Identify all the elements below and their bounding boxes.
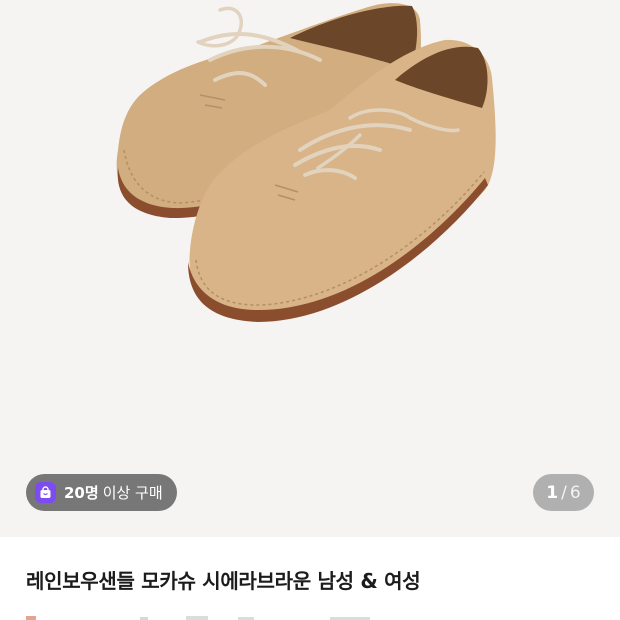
shopping-bag-icon — [35, 482, 56, 503]
image-counter-current: 1 — [546, 482, 559, 503]
group-buy-badge: 20명 이상 구매 — [26, 474, 177, 511]
image-counter-total: 6 — [569, 482, 581, 503]
image-counter: 1 / 6 — [533, 474, 594, 511]
image-counter-separator: / — [561, 482, 567, 503]
product-title: 레인보우샌들 모카슈 시에라브라운 남성 & 여성 — [26, 569, 421, 593]
cut-off-info-row — [26, 616, 370, 620]
product-image-carousel[interactable]: 20명 이상 구매 1 / 6 — [0, 0, 620, 537]
group-buy-count: 20명 — [64, 484, 99, 502]
group-buy-text: 이상 구매 — [102, 484, 163, 502]
product-photo — [116, 3, 496, 322]
